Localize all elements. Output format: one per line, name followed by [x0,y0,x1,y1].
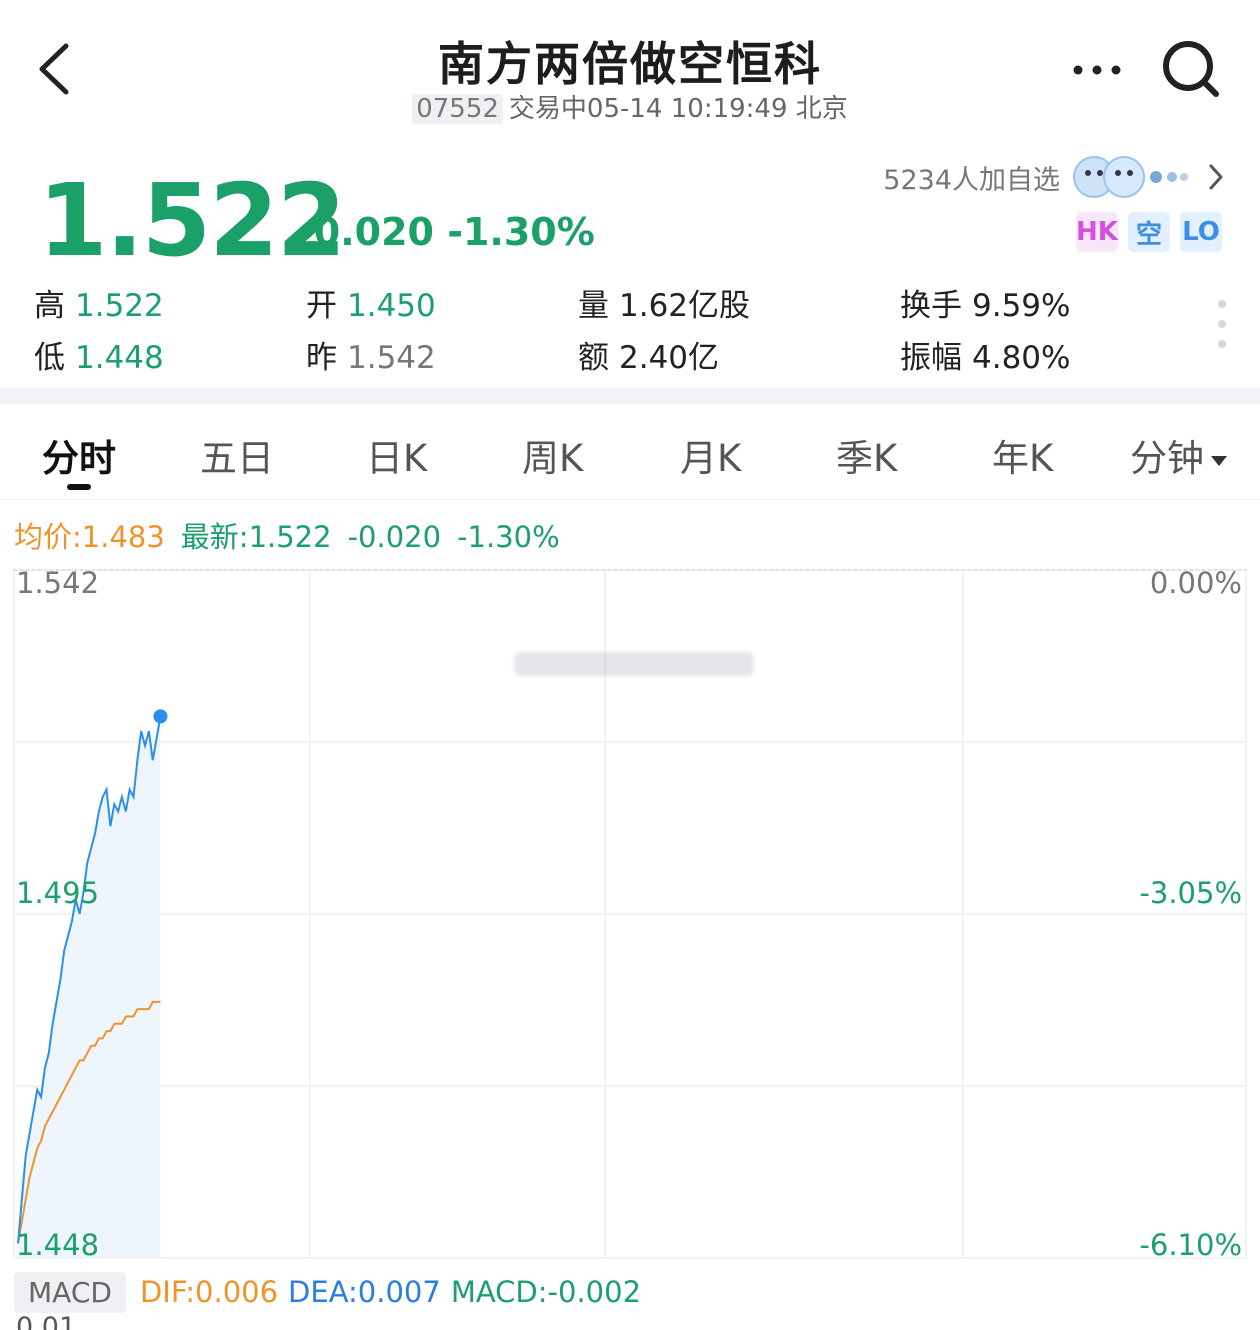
tab-minute-label: 分钟 [1130,437,1204,480]
tag-short[interactable]: 空 [1128,212,1170,252]
status-line: 07552 交易中05-14 10:19:49 北京 [0,88,1260,125]
change-percent: -1.30% [447,210,595,254]
macd-indicator-chip[interactable]: MACD [14,1271,126,1313]
legend-change-pct: -1.30% [457,520,560,554]
macd-value: MACD:-0.002 [450,1275,642,1309]
tab-yearly-k[interactable]: 年K [992,428,1053,482]
tab-minute[interactable]: 分钟 [1130,428,1228,482]
search-icon[interactable] [1158,36,1224,102]
stat-amplitude: 振幅 4.80% [900,340,1071,376]
stat-open: 开 1.450 [306,288,436,324]
macd-dea: DEA:0.007 [288,1275,441,1309]
section-divider [0,388,1260,404]
chart-legend: 均价:1.483 最新:1.522 -0.020 -1.30% [14,514,576,556]
watchlist-link[interactable]: 5234人加自选 [883,152,1226,202]
stat-amount: 额 2.40亿 [578,340,720,376]
watermark-logo [514,652,754,676]
tag-hk[interactable]: HK [1076,212,1118,252]
tab-monthly-k[interactable]: 月K [680,428,741,482]
change-amount: -0.020 [298,210,434,254]
stat-turnover: 换手 9.59% [900,288,1071,324]
stat-prev-close: 昨 1.542 [306,340,436,376]
price-area-fill [18,716,161,1258]
top-bar: 南方两倍做空恒科 07552 交易中05-14 10:19:49 北京 [0,0,1260,140]
avatar-group-icon [1073,156,1188,198]
price-change: -0.020 -1.30% [298,210,595,254]
y-left-tick-top: 1.542 [16,566,100,600]
legend-change: -0.020 [347,520,442,554]
chevron-right-icon [1209,164,1223,190]
legend-avg-price: 均价:1.483 [14,520,165,554]
y-right-tick-bottom: -6.10% [1139,1228,1242,1262]
period-tabs: 分时 五日 日K 周K 月K 季K 年K 分钟 [0,404,1260,500]
watchers-count: 5234人加自选 [883,164,1060,196]
tab-daily-k[interactable]: 日K [366,428,427,482]
y-left-tick-bottom: 1.448 [16,1228,100,1262]
stock-code: 07552 [412,94,503,124]
macd-dif: DIF:0.006 [139,1275,279,1309]
y-left-tick-mid: 1.495 [16,876,100,910]
tab-intraday[interactable]: 分时 [42,428,116,482]
tab-quarterly-k[interactable]: 季K [836,428,897,482]
legend-latest-price: 最新:1.522 [180,520,332,554]
trading-status: 交易中05-14 10:19:49 北京 [508,94,848,124]
active-tab-indicator [67,484,91,490]
macd-legend: MACD DIF:0.006 DEA:0.007 MACD:-0.002 [14,1268,651,1316]
macd-axis-top: 0.01 [16,1312,77,1330]
tab-five-day[interactable]: 五日 [200,428,274,482]
tag-group: HK 空 LO [1076,212,1222,252]
latest-price-dot [153,709,168,724]
stats-grid: 高 1.522 低 1.448 开 1.450 昨 1.542 量 1.62亿股 额 2.4… [0,278,1260,378]
stat-high: 高 1.522 [34,288,164,324]
vertical-more-icon[interactable] [1214,298,1230,350]
y-right-tick-top: 0.00% [1149,566,1242,600]
y-right-tick-mid: -3.05% [1139,876,1242,910]
stat-volume: 量 1.62亿股 [578,288,751,324]
tab-weekly-k[interactable]: 周K [522,428,583,482]
tag-lo[interactable]: LO [1180,212,1222,252]
caret-down-icon [1211,455,1227,466]
stat-low: 低 1.448 [34,340,164,376]
more-icon[interactable] [1068,50,1126,90]
